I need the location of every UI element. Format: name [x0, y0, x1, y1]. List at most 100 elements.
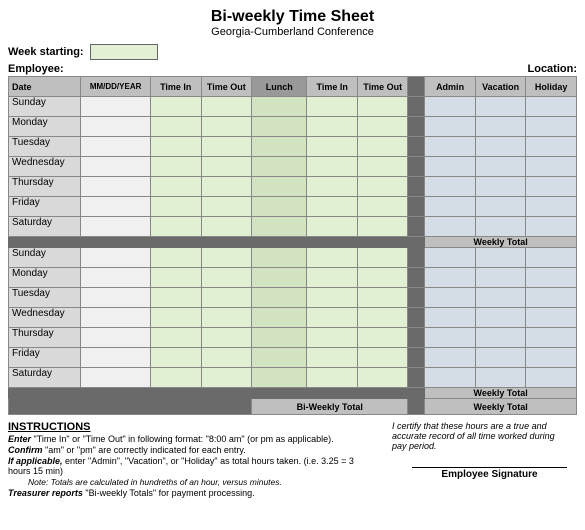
holiday-cell[interactable]: [526, 248, 577, 268]
lunch-cell[interactable]: [252, 268, 307, 288]
date-cell[interactable]: [81, 197, 151, 217]
lunch-cell[interactable]: [252, 248, 307, 268]
admin-cell[interactable]: [425, 217, 476, 237]
holiday-cell[interactable]: [526, 137, 577, 157]
time-in-2[interactable]: [307, 328, 358, 348]
date-cell[interactable]: [81, 97, 151, 117]
time-in-2[interactable]: [307, 368, 358, 388]
time-in-1[interactable]: [150, 308, 201, 328]
time-in-2[interactable]: [307, 288, 358, 308]
date-cell[interactable]: [81, 368, 151, 388]
time-in-1[interactable]: [150, 117, 201, 137]
vacation-cell[interactable]: [475, 177, 526, 197]
time-in-2[interactable]: [307, 348, 358, 368]
time-out-2[interactable]: [357, 157, 408, 177]
time-in-1[interactable]: [150, 217, 201, 237]
time-out-1[interactable]: [201, 268, 252, 288]
time-in-2[interactable]: [307, 197, 358, 217]
time-in-2[interactable]: [307, 157, 358, 177]
vacation-cell[interactable]: [475, 157, 526, 177]
date-cell[interactable]: [81, 217, 151, 237]
time-out-1[interactable]: [201, 348, 252, 368]
holiday-cell[interactable]: [526, 217, 577, 237]
holiday-cell[interactable]: [526, 268, 577, 288]
admin-cell[interactable]: [425, 248, 476, 268]
vacation-cell[interactable]: [475, 117, 526, 137]
time-out-1[interactable]: [201, 137, 252, 157]
vacation-cell[interactable]: [475, 288, 526, 308]
holiday-cell[interactable]: [526, 308, 577, 328]
holiday-cell[interactable]: [526, 348, 577, 368]
admin-cell[interactable]: [425, 268, 476, 288]
week-starting-input[interactable]: [90, 44, 158, 60]
date-cell[interactable]: [81, 248, 151, 268]
date-cell[interactable]: [81, 328, 151, 348]
time-in-2[interactable]: [307, 177, 358, 197]
time-out-2[interactable]: [357, 137, 408, 157]
date-cell[interactable]: [81, 157, 151, 177]
admin-cell[interactable]: [425, 157, 476, 177]
vacation-cell[interactable]: [475, 348, 526, 368]
vacation-cell[interactable]: [475, 248, 526, 268]
time-out-1[interactable]: [201, 157, 252, 177]
time-in-1[interactable]: [150, 328, 201, 348]
time-out-1[interactable]: [201, 328, 252, 348]
time-out-2[interactable]: [357, 268, 408, 288]
admin-cell[interactable]: [425, 197, 476, 217]
vacation-cell[interactable]: [475, 217, 526, 237]
time-out-1[interactable]: [201, 308, 252, 328]
time-in-1[interactable]: [150, 97, 201, 117]
lunch-cell[interactable]: [252, 97, 307, 117]
holiday-cell[interactable]: [526, 177, 577, 197]
time-out-2[interactable]: [357, 177, 408, 197]
date-cell[interactable]: [81, 117, 151, 137]
time-out-2[interactable]: [357, 288, 408, 308]
time-out-2[interactable]: [357, 308, 408, 328]
time-in-1[interactable]: [150, 288, 201, 308]
time-out-1[interactable]: [201, 97, 252, 117]
date-cell[interactable]: [81, 348, 151, 368]
time-in-1[interactable]: [150, 248, 201, 268]
admin-cell[interactable]: [425, 117, 476, 137]
vacation-cell[interactable]: [475, 197, 526, 217]
time-out-2[interactable]: [357, 328, 408, 348]
holiday-cell[interactable]: [526, 288, 577, 308]
admin-cell[interactable]: [425, 348, 476, 368]
vacation-cell[interactable]: [475, 368, 526, 388]
time-out-2[interactable]: [357, 348, 408, 368]
time-in-1[interactable]: [150, 177, 201, 197]
holiday-cell[interactable]: [526, 97, 577, 117]
time-out-2[interactable]: [357, 368, 408, 388]
time-out-1[interactable]: [201, 368, 252, 388]
time-out-1[interactable]: [201, 117, 252, 137]
lunch-cell[interactable]: [252, 157, 307, 177]
lunch-cell[interactable]: [252, 117, 307, 137]
lunch-cell[interactable]: [252, 348, 307, 368]
lunch-cell[interactable]: [252, 177, 307, 197]
admin-cell[interactable]: [425, 368, 476, 388]
time-out-1[interactable]: [201, 248, 252, 268]
time-in-1[interactable]: [150, 268, 201, 288]
time-out-1[interactable]: [201, 288, 252, 308]
time-in-2[interactable]: [307, 217, 358, 237]
time-out-2[interactable]: [357, 97, 408, 117]
lunch-cell[interactable]: [252, 137, 307, 157]
time-in-2[interactable]: [307, 248, 358, 268]
admin-cell[interactable]: [425, 328, 476, 348]
time-in-1[interactable]: [150, 368, 201, 388]
holiday-cell[interactable]: [526, 197, 577, 217]
time-in-1[interactable]: [150, 197, 201, 217]
date-cell[interactable]: [81, 308, 151, 328]
admin-cell[interactable]: [425, 308, 476, 328]
vacation-cell[interactable]: [475, 97, 526, 117]
time-in-2[interactable]: [307, 117, 358, 137]
time-out-2[interactable]: [357, 217, 408, 237]
lunch-cell[interactable]: [252, 197, 307, 217]
admin-cell[interactable]: [425, 288, 476, 308]
time-out-2[interactable]: [357, 117, 408, 137]
lunch-cell[interactable]: [252, 288, 307, 308]
time-in-1[interactable]: [150, 137, 201, 157]
date-cell[interactable]: [81, 268, 151, 288]
holiday-cell[interactable]: [526, 328, 577, 348]
vacation-cell[interactable]: [475, 268, 526, 288]
